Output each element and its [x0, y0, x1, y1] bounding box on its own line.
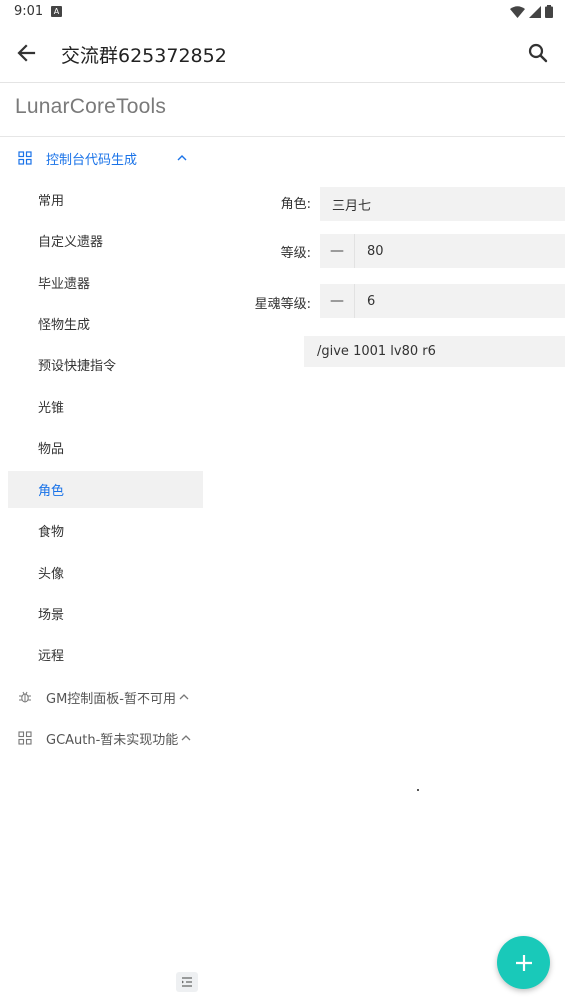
sidebar-item-remote[interactable]: 远程	[8, 636, 203, 673]
sidebar-item-preset-commands[interactable]: 预设快捷指令	[8, 346, 203, 383]
grid-icon	[18, 731, 32, 745]
wifi-icon	[510, 5, 525, 18]
menu-group-label: GCAuth-暂未实现功能	[46, 732, 179, 748]
add-fab-button[interactable]	[497, 936, 550, 989]
sidebar-item-common[interactable]: 常用	[8, 181, 203, 218]
app-bar: 交流群625372852	[0, 24, 565, 83]
sidebar-item-food[interactable]: 食物	[8, 512, 203, 549]
menu-group-gm-panel[interactable]: GM控制面板-暂不可用	[8, 680, 203, 714]
sidebar-item-label: 远程	[38, 649, 65, 664]
sidebar-item-scene[interactable]: 场景	[8, 595, 203, 632]
sidebar-item-graduate-relic[interactable]: 毕业遗器	[8, 264, 203, 301]
sidebar-item-avatar[interactable]: 头像	[8, 554, 203, 591]
sidebar-item-label: 光锥	[38, 401, 65, 416]
sidebar-item-label: 场景	[38, 608, 65, 623]
sidebar-item-monster-spawn[interactable]: 怪物生成	[8, 305, 203, 342]
status-icons	[510, 5, 553, 18]
sidebar-item-label: 角色	[38, 484, 65, 499]
back-button[interactable]	[12, 38, 42, 68]
page-title: 交流群625372852	[61, 45, 227, 67]
bug-icon	[19, 691, 31, 703]
command-text: /give 1001 lv80 r6	[317, 344, 436, 359]
grid-icon	[18, 151, 32, 165]
battery-icon	[545, 5, 553, 18]
eidolon-label: 星魂等级:	[254, 297, 311, 312]
search-button[interactable]	[525, 40, 551, 66]
menu-group-label: GM控制面板-暂不可用	[46, 691, 176, 707]
notification-icon: A	[51, 6, 62, 17]
sidebar-item-label: 常用	[38, 194, 65, 209]
character-label: 角色:	[280, 197, 311, 212]
eidolon-decrement-button[interactable]: —	[320, 284, 355, 318]
collapse-sidebar-button[interactable]	[176, 972, 198, 992]
plus-icon	[515, 954, 532, 971]
stray-dot	[417, 789, 419, 791]
sidebar-item-label: 食物	[38, 525, 65, 540]
chevron-up-icon	[179, 694, 189, 700]
sidebar-item-label: 怪物生成	[38, 318, 91, 333]
status-time: 9:01	[14, 4, 44, 19]
level-value[interactable]: 80	[355, 244, 384, 259]
sidebar-item-character[interactable]: 角色	[8, 471, 203, 508]
character-select[interactable]: 三月七	[320, 187, 565, 221]
sidebar-item-custom-relic[interactable]: 自定义遗器	[8, 222, 203, 259]
menu-group-label: 控制台代码生成	[46, 152, 138, 168]
signal-icon	[529, 5, 541, 18]
brand-title: LunarCoreTools	[15, 95, 167, 118]
status-bar: 9:01 A	[0, 0, 565, 24]
chevron-up-icon	[177, 155, 187, 161]
level-label: 等级:	[280, 246, 311, 261]
level-decrement-button[interactable]: —	[320, 234, 355, 268]
character-value: 三月七	[332, 198, 372, 214]
header-divider	[0, 136, 565, 137]
command-output[interactable]: /give 1001 lv80 r6	[304, 336, 565, 367]
sidebar-item-items[interactable]: 物品	[8, 429, 203, 466]
menu-fold-icon	[182, 977, 192, 987]
chevron-up-icon	[181, 735, 191, 741]
sidebar-item-label: 预设快捷指令	[38, 359, 117, 374]
menu-group-console-code[interactable]: 控制台代码生成	[8, 141, 203, 175]
search-icon	[528, 43, 548, 63]
sidebar-item-label: 自定义遗器	[38, 235, 104, 250]
menu-group-gcauth[interactable]: GCAuth-暂未实现功能	[8, 721, 203, 755]
sidebar-item-label: 毕业遗器	[38, 277, 91, 292]
sidebar-item-light-cone[interactable]: 光锥	[8, 388, 203, 425]
sidebar-item-label: 头像	[38, 567, 65, 582]
eidolon-stepper[interactable]: — 6	[320, 284, 565, 318]
eidolon-value[interactable]: 6	[355, 294, 375, 309]
level-stepper[interactable]: — 80	[320, 234, 565, 268]
sidebar-item-label: 物品	[38, 442, 65, 457]
arrow-left-icon	[17, 44, 36, 62]
